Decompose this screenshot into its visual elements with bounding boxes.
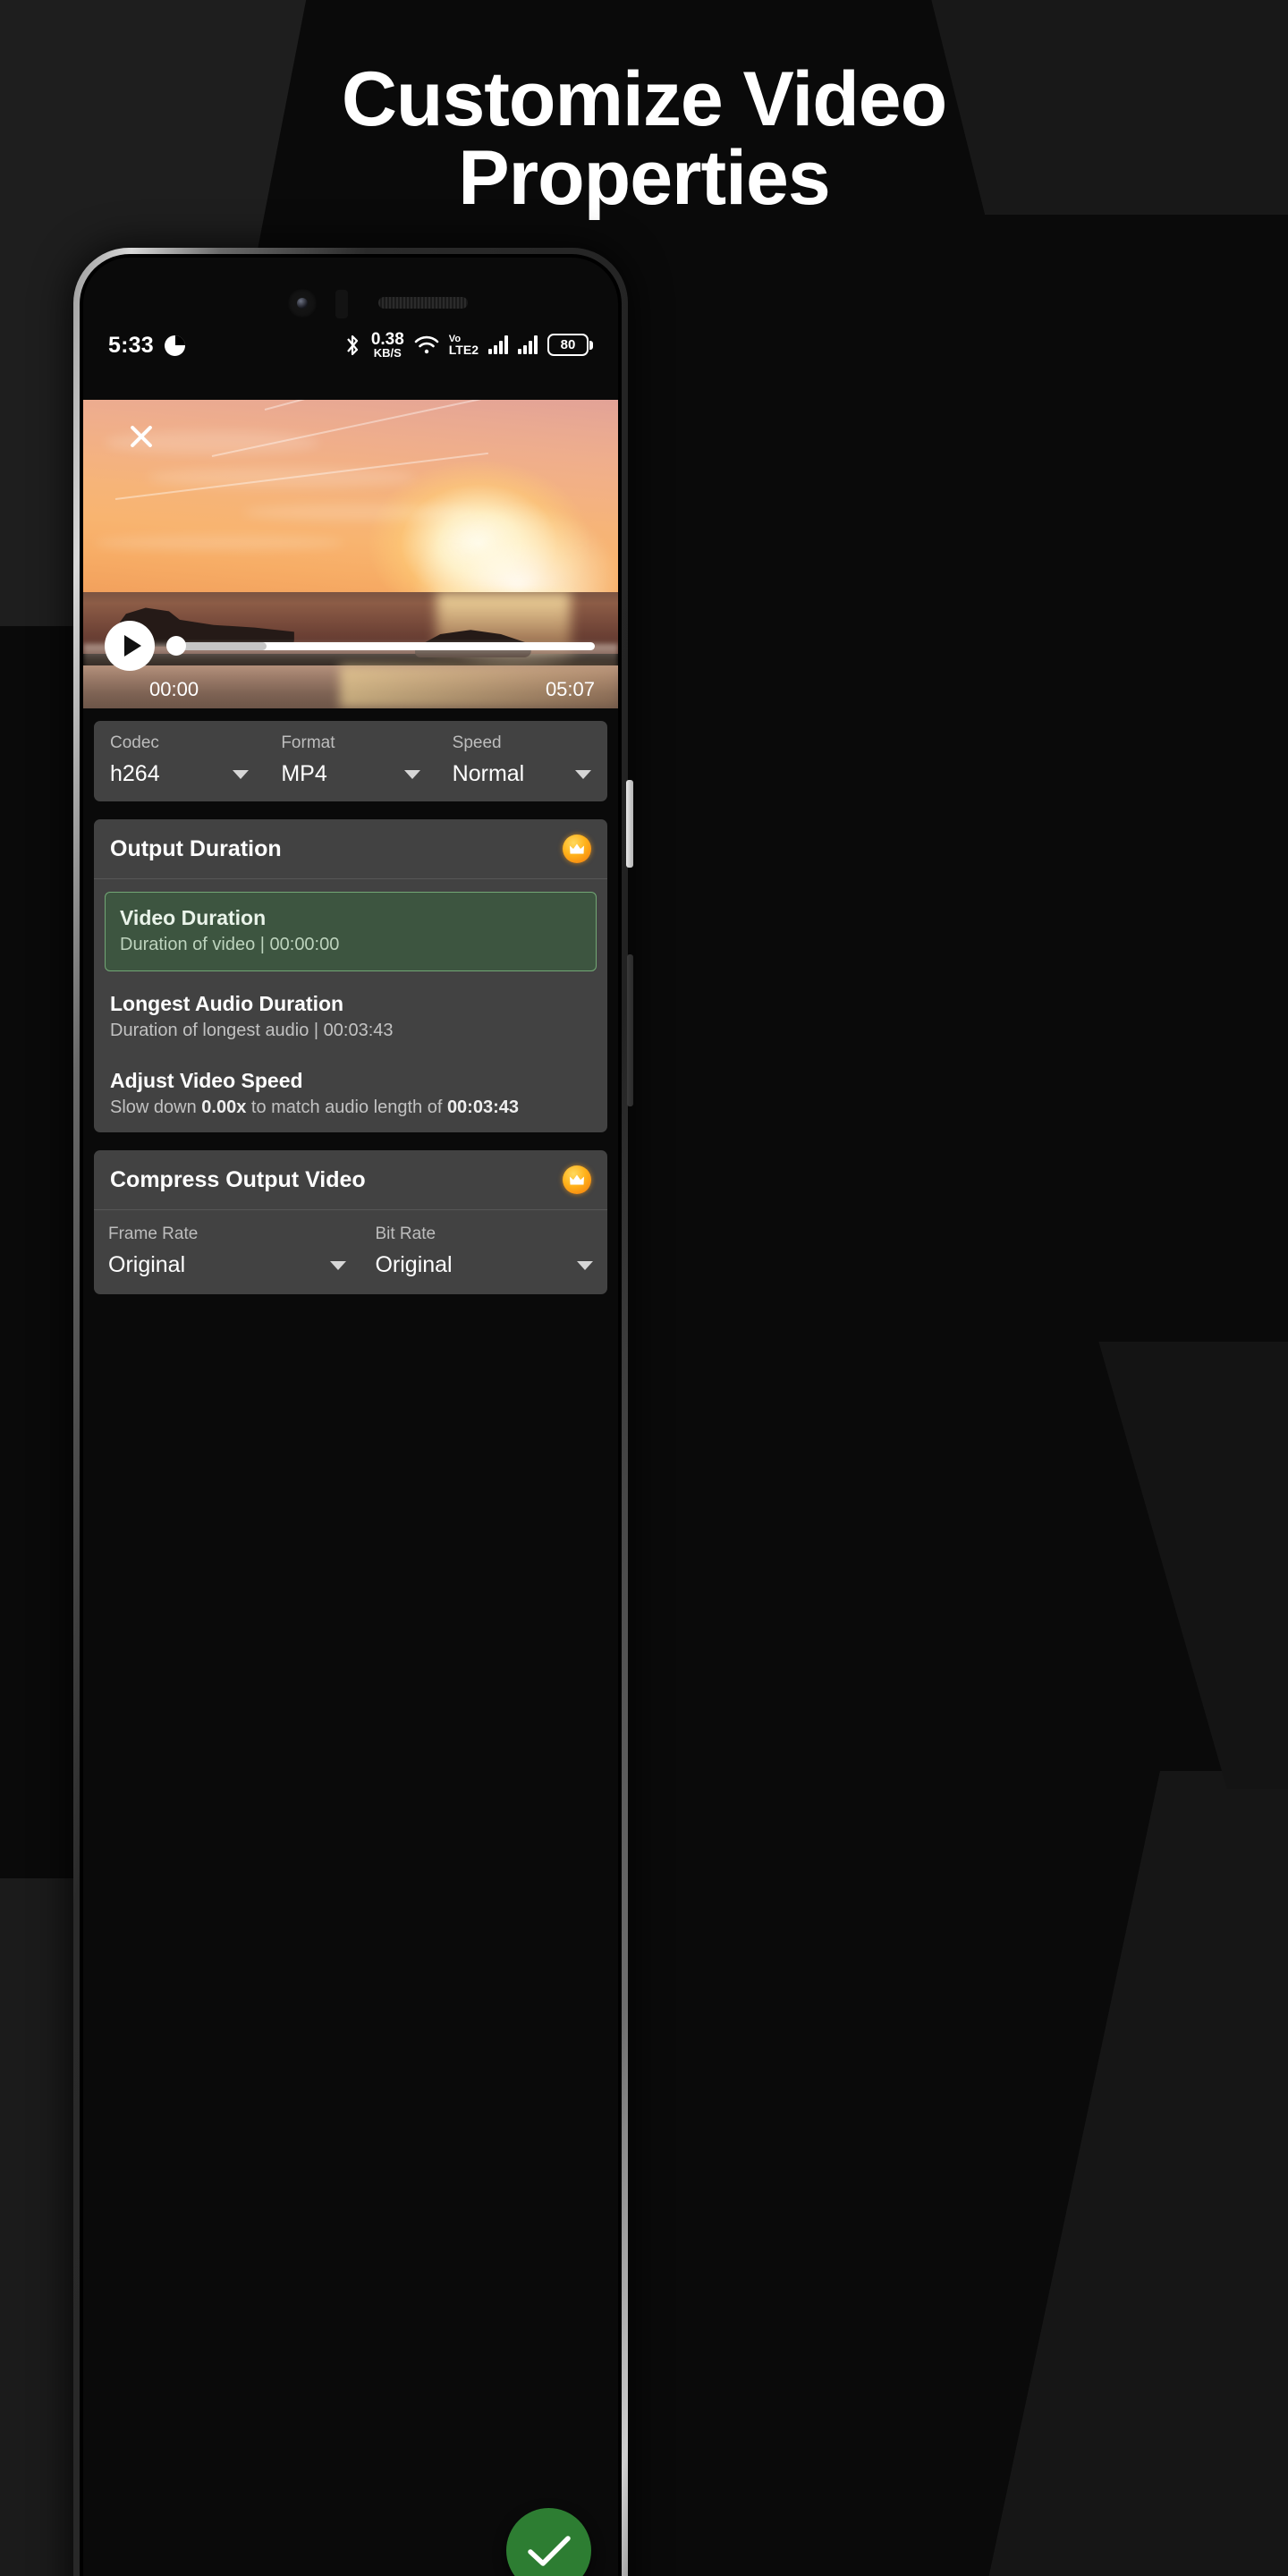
play-icon[interactable]: [105, 621, 155, 671]
option-longest-audio-duration[interactable]: Longest Audio Duration Duration of longe…: [94, 979, 607, 1055]
encoding-options-card: Codec h264 Format MP4 Speed Normal: [94, 721, 607, 801]
network-speed-indicator: 0.38 KB/S: [371, 331, 404, 360]
phone-mockup: 5:33 0.38 KB/S Vo LTE2 80 00:00 05:07 Co…: [73, 248, 633, 2576]
total-time: 05:07: [545, 678, 595, 700]
frame-rate-label: Frame Rate: [108, 1224, 199, 1243]
codec-value: h264: [110, 761, 160, 786]
output-duration-title: Output Duration: [110, 835, 282, 861]
volte-line-2: LTE2: [448, 342, 479, 357]
speed-sub-pre: Slow down: [110, 1097, 202, 1117]
close-icon[interactable]: [123, 418, 160, 455]
battery-icon: 80: [547, 334, 593, 357]
seek-thumb[interactable]: [166, 636, 186, 656]
format-value: MP4: [281, 761, 327, 786]
chevron-down-icon[interactable]: [577, 1260, 593, 1270]
crown-icon[interactable]: [563, 835, 591, 863]
option-title: Adjust Video Speed: [110, 1069, 303, 1092]
speed-dropdown[interactable]: Speed Normal: [436, 733, 607, 787]
seek-track[interactable]: [169, 641, 595, 650]
current-time: 00:00: [149, 678, 199, 700]
chevron-down-icon[interactable]: [330, 1260, 347, 1270]
option-title: Longest Audio Duration: [110, 992, 344, 1015]
phone-bezel: 5:33 0.38 KB/S Vo LTE2 80 00:00 05:07 Co…: [80, 254, 622, 2576]
alarm-icon: [164, 335, 185, 356]
headline-line-1: Customize Video: [341, 56, 947, 142]
bit-rate-label: Bit Rate: [375, 1224, 436, 1243]
power-button[interactable]: [626, 780, 633, 868]
video-cloud: [93, 535, 344, 550]
output-duration-card: Output Duration Video Duration Duration …: [94, 819, 607, 1132]
codec-label: Codec: [110, 733, 159, 752]
option-video-duration[interactable]: Video Duration Duration of video | 00:00…: [105, 892, 597, 971]
status-time: 5:33: [108, 332, 154, 358]
seek-bar[interactable]: [166, 621, 595, 671]
option-subtitle: Duration of longest audio | 00:03:43: [110, 1021, 394, 1040]
battery-tip: [589, 340, 593, 350]
status-bar: 5:33 0.38 KB/S Vo LTE2 80: [83, 322, 618, 369]
video-time-row: 00:00 05:07: [149, 678, 595, 701]
earpiece-speaker: [378, 297, 468, 309]
phone-screen: 5:33 0.38 KB/S Vo LTE2 80 00:00 05:07 Co…: [83, 258, 618, 2576]
signal-bars-icon-2: [518, 335, 538, 355]
frame-rate-value: Original: [108, 1252, 186, 1277]
video-control-row: [105, 620, 595, 672]
frame-rate-dropdown[interactable]: Frame Rate Original: [94, 1224, 360, 1278]
speed-label: Speed: [452, 733, 502, 752]
proximity-sensor-icon: [335, 290, 348, 318]
chevron-down-icon[interactable]: [574, 769, 591, 779]
speed-sub-mid: to match audio length of: [246, 1097, 447, 1117]
bg-shard-bottom-right: [951, 1771, 1288, 2576]
video-player[interactable]: 00:00 05:07: [83, 400, 618, 708]
option-adjust-video-speed[interactable]: Adjust Video Speed Slow down 0.00x to ma…: [94, 1055, 607, 1132]
bg-shard-mid-right: [1098, 1342, 1288, 1789]
compress-fields: Frame Rate Original Bit Rate Original: [94, 1210, 607, 1294]
bit-rate-value: Original: [375, 1252, 453, 1277]
promo-headline: Customize Video Properties: [0, 60, 1288, 221]
battery-level: 80: [547, 334, 589, 357]
volte-icon: Vo LTE2: [448, 334, 479, 357]
compress-output-card: Compress Output Video Frame Rate Origina…: [94, 1150, 607, 1294]
speed-multiplier: 0.00x: [201, 1097, 247, 1117]
option-subtitle: Slow down 0.00x to match audio length of…: [110, 1097, 591, 1118]
check-icon: [527, 2534, 572, 2568]
chevron-down-icon[interactable]: [403, 769, 420, 779]
phone-sensor-area: [83, 283, 618, 322]
chevron-down-icon[interactable]: [233, 769, 250, 779]
wifi-icon: [414, 335, 439, 355]
speed-target-length: 00:03:43: [446, 1097, 519, 1117]
status-bar-right: 0.38 KB/S Vo LTE2 80: [343, 331, 593, 360]
codec-dropdown[interactable]: Codec h264: [94, 733, 265, 787]
video-controls: 00:00 05:07: [83, 613, 618, 708]
compress-header: Compress Output Video: [94, 1150, 607, 1210]
format-dropdown[interactable]: Format MP4: [265, 733, 436, 787]
format-label: Format: [281, 733, 335, 752]
speed-value: Normal: [452, 761, 525, 786]
option-title: Video Duration: [120, 906, 267, 929]
network-speed-unit: KB/S: [373, 345, 402, 360]
headline-line-2: Properties: [458, 134, 830, 221]
signal-bars-icon-1: [488, 335, 508, 355]
bluetooth-icon: [343, 334, 361, 357]
compress-title: Compress Output Video: [110, 1166, 366, 1192]
status-bar-left: 5:33: [108, 333, 185, 359]
settings-panel: Codec h264 Format MP4 Speed Normal Outpu…: [83, 708, 618, 2576]
volume-button[interactable]: [627, 954, 633, 1106]
front-camera-icon: [287, 288, 318, 318]
crown-icon[interactable]: [563, 1165, 591, 1194]
option-subtitle: Duration of video | 00:00:00: [120, 935, 340, 954]
output-duration-header: Output Duration: [94, 819, 607, 879]
bit-rate-dropdown[interactable]: Bit Rate Original: [360, 1224, 607, 1278]
